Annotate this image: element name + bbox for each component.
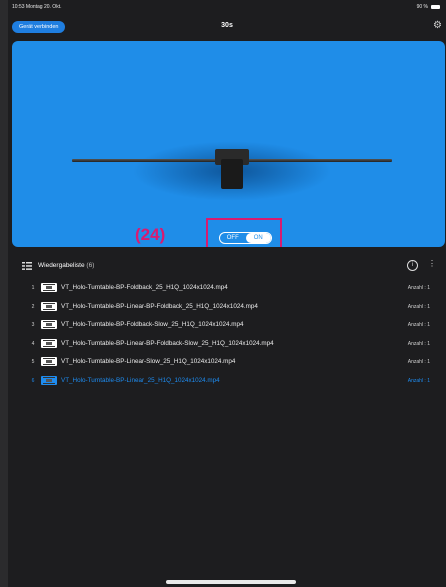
power-toggle[interactable]: OFF ON — [219, 232, 272, 244]
item-count: Anzahl : 1 — [407, 340, 430, 347]
item-count: Anzahl : 1 — [407, 322, 430, 328]
item-count: Anzahl : 1 — [407, 303, 430, 310]
more-icon[interactable]: ⋮ — [428, 259, 436, 268]
device-preview: (24) OFF ON — [12, 41, 445, 247]
item-filename: VT_Holo-Turntable-BP-Linear_25_H1Q_1024x… — [61, 376, 220, 384]
hologram-fan-motor — [221, 159, 243, 189]
app-window: 10:53 Montag 20. Okt. 90 % Gerät verbind… — [8, 0, 446, 587]
video-thumbnail-icon — [41, 357, 57, 366]
list-item[interactable]: 1 VT_Holo-Turntable-BP-Foldback_25_H1Q_1… — [8, 279, 446, 298]
item-index: 6 — [31, 377, 35, 384]
info-icon[interactable]: i — [407, 260, 418, 271]
playlist-title-text: Wiedergabeliste — [38, 262, 85, 269]
video-thumbnail-icon — [41, 375, 57, 385]
list-item-active[interactable]: 6 VT_Holo-Turntable-BP-Linear_25_H1Q_102… — [8, 372, 446, 391]
item-count: Anzahl : 1 — [407, 285, 430, 291]
playlist-title: Wiedergabeliste (6) — [38, 262, 94, 269]
item-count: Anzahl : 1 — [407, 377, 430, 384]
item-filename: VT_Holo-Turntable-BP-Foldback-Slow_25_H1… — [61, 321, 244, 328]
item-index: 4 — [31, 340, 35, 347]
video-thumbnail-icon — [41, 320, 57, 329]
item-filename: VT_Holo-Turntable-BP-Linear-BP-Foldback_… — [61, 302, 258, 310]
item-filename: VT_Holo-Turntable-BP-Foldback_25_H1Q_102… — [61, 284, 228, 291]
battery-percent: 90 % — [416, 4, 428, 10]
list-item[interactable]: 5 VT_Holo-Turntable-BP-Linear-Slow_25_H1… — [8, 353, 446, 372]
video-thumbnail-icon — [41, 283, 57, 292]
battery-icon — [431, 5, 440, 9]
playlist-header: Wiedergabeliste (6) i ⋮ — [8, 258, 446, 274]
status-bar: 10:53 Montag 20. Okt. 90 % — [8, 0, 446, 14]
status-time: 10:53 Montag 20. Okt. — [12, 4, 62, 10]
item-index: 3 — [31, 322, 35, 328]
playlist-rows: 1 VT_Holo-Turntable-BP-Foldback_25_H1Q_1… — [8, 279, 446, 390]
toggle-on-option[interactable]: ON — [245, 233, 271, 243]
item-count: Anzahl : 1 — [407, 359, 430, 365]
annotation-label: (24) — [135, 225, 166, 244]
home-indicator[interactable] — [166, 580, 296, 584]
page-title: 30s — [221, 22, 233, 29]
list-item[interactable]: 3 VT_Holo-Turntable-BP-Foldback-Slow_25_… — [8, 316, 446, 335]
item-index: 5 — [31, 359, 35, 365]
battery-status: 90 % — [417, 4, 440, 10]
item-index: 1 — [31, 285, 35, 291]
video-thumbnail-icon — [41, 301, 57, 311]
top-bar: Gerät verbinden 30s ⚙ — [8, 14, 446, 38]
playlist-icon — [22, 262, 32, 270]
video-thumbnail-icon — [41, 338, 57, 348]
list-item[interactable]: 4 VT_Holo-Turntable-BP-Linear-BP-Foldbac… — [8, 335, 446, 354]
list-item[interactable]: 2 VT_Holo-Turntable-BP-Linear-BP-Foldbac… — [8, 298, 446, 317]
item-filename: VT_Holo-Turntable-BP-Linear-Slow_25_H1Q_… — [61, 358, 236, 365]
item-filename: VT_Holo-Turntable-BP-Linear-BP-Foldback-… — [61, 339, 274, 347]
toggle-off-option[interactable]: OFF — [220, 233, 246, 243]
item-index: 2 — [31, 303, 35, 310]
gear-icon[interactable]: ⚙ — [433, 21, 443, 31]
playlist-count: (6) — [86, 262, 95, 269]
